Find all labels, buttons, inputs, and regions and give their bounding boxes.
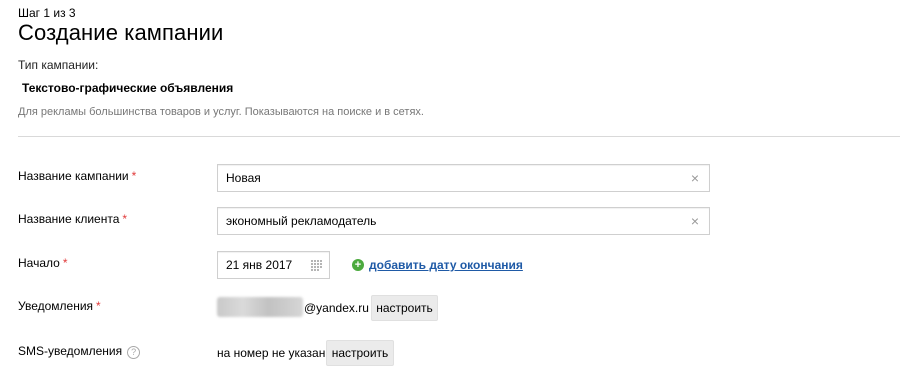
campaign-name-label-text: Название кампании: [18, 169, 129, 183]
sms-status: на номер не указан: [217, 346, 326, 360]
add-end-date-text[interactable]: добавить дату окончания: [369, 258, 523, 272]
client-name-label-text: Название клиента: [18, 212, 120, 226]
step-indicator: Шаг 1 из 3: [18, 6, 76, 20]
campaign-type-description: Для рекламы большинства товаров и услуг.…: [18, 106, 424, 118]
sms-label-text: SMS-уведомления: [18, 344, 123, 358]
client-name-label: Название клиента *: [18, 212, 127, 226]
email-domain: @yandex.ru: [304, 301, 369, 315]
start-label: Начало *: [18, 256, 67, 270]
client-name-input[interactable]: экономный рекламодатель ×: [217, 207, 710, 235]
divider: [18, 136, 900, 137]
plus-circle-icon: +: [352, 259, 364, 271]
calendar-icon[interactable]: [311, 260, 323, 271]
campaign-type-name: Текстово-графические объявления: [22, 81, 234, 95]
close-icon[interactable]: ×: [689, 214, 701, 228]
add-end-date-link[interactable]: + добавить дату окончания: [352, 258, 523, 272]
close-icon[interactable]: ×: [689, 171, 701, 185]
notifications-label: Уведомления *: [18, 299, 101, 313]
start-label-text: Начало: [18, 256, 60, 270]
required-mark: *: [131, 169, 137, 183]
sms-configure-button[interactable]: настроить: [326, 340, 394, 366]
campaign-name-value: Новая: [226, 171, 261, 185]
campaign-name-label: Название кампании *: [18, 169, 136, 183]
campaign-type-label: Тип кампании:: [18, 58, 99, 72]
notifications-configure-button[interactable]: настроить: [371, 295, 438, 321]
required-mark: *: [62, 256, 68, 270]
start-date-value: 21 янв 2017: [226, 258, 293, 272]
sms-label: SMS-уведомления?: [18, 344, 141, 359]
page-title: Создание кампании: [18, 20, 224, 45]
required-mark: *: [96, 299, 101, 313]
email-redacted: [217, 297, 303, 317]
required-mark: *: [122, 212, 128, 226]
help-icon[interactable]: ?: [127, 346, 141, 359]
start-date-input[interactable]: 21 янв 2017: [217, 251, 330, 279]
campaign-name-input[interactable]: Новая ×: [217, 164, 710, 192]
notifications-label-text: Уведомления: [18, 299, 94, 313]
client-name-value: экономный рекламодатель: [226, 214, 377, 228]
